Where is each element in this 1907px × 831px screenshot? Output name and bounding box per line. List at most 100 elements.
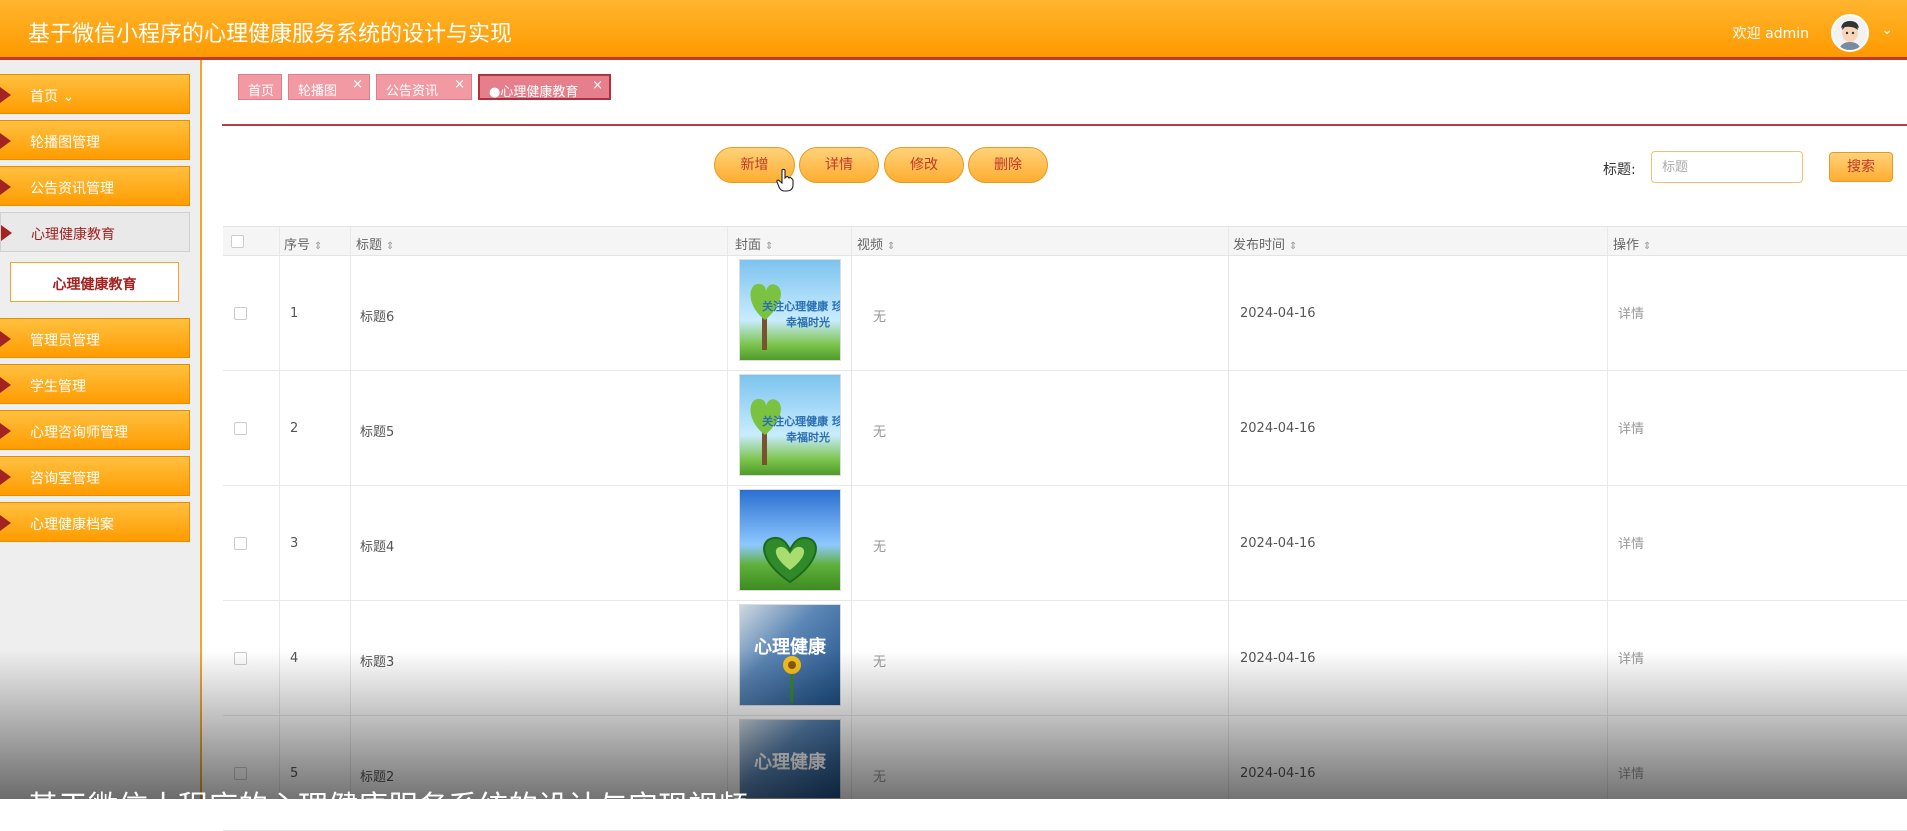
sort-icon: ⇕ [314, 241, 323, 252]
sort-icon: ⇕ [1643, 241, 1652, 252]
tab-carousel[interactable]: 轮播图 × [288, 74, 370, 100]
sort-icon: ⇕ [386, 241, 395, 252]
column-header-action[interactable]: 操作 ⇕ [1613, 234, 1651, 253]
sidebar-item-admins[interactable]: 管理员管理 [0, 318, 190, 358]
table-row: 1 标题6 关注心理健康 珍惜幸福时光 无 2024-04-16 详情 [223, 256, 1907, 371]
search-input[interactable] [1651, 151, 1803, 183]
cover-image: 关注心理健康 珍惜幸福时光 [739, 259, 841, 361]
cover-caption: 关注心理健康 珍惜幸福时光 [762, 300, 840, 329]
row-detail-link[interactable]: 详情 [1618, 533, 1644, 552]
app-title: 基于微信小程序的心理健康服务系统的设计与实现 [28, 22, 513, 47]
cell-date: 2024-04-16 [1240, 766, 1316, 781]
row-checkbox[interactable] [234, 652, 247, 665]
detail-button[interactable]: 详情 [799, 147, 879, 183]
table-row: 4 标题3 心理健康 无 2024-04-16 详情 [223, 601, 1907, 716]
sidebar-item-label: 心理健康档案 [30, 517, 114, 533]
row-checkbox[interactable] [234, 767, 247, 780]
top-header: 基于微信小程序的心理健康服务系统的设计与实现 欢迎 admin ⌄ [0, 0, 1907, 60]
tab-mental-education[interactable]: ●心理健康教育 × [478, 74, 611, 100]
row-checkbox[interactable] [234, 422, 247, 435]
tab-home[interactable]: 首页 [238, 74, 282, 100]
cell-date: 2024-04-16 [1240, 651, 1316, 666]
close-icon[interactable]: × [454, 77, 465, 92]
cover-image [739, 489, 841, 591]
cell-date: 2024-04-16 [1240, 536, 1316, 551]
triangle-icon [1, 225, 12, 241]
sidebar-item-records[interactable]: 心理健康档案 [0, 502, 190, 542]
row-checkbox[interactable] [234, 537, 247, 550]
cell-video: 无 [873, 425, 887, 440]
table-row: 3 标题4 无 2024-04-16 详情 [223, 486, 1907, 601]
tab-label: ●心理健康教育 [489, 85, 579, 100]
sidebar-item-mental-education[interactable]: 心理健康教育 [0, 212, 190, 252]
sidebar-item-label: 学生管理 [30, 379, 86, 395]
table-row: 2 标题5 关注心理健康 珍惜幸福时光 无 2024-04-16 详情 [223, 371, 1907, 486]
video-subtitle: 基于微信小程序的心理健康服务系统的设计与实现视频 [28, 790, 748, 825]
user-avatar-icon [1833, 16, 1867, 50]
cell-video: 无 [873, 770, 887, 785]
sidebar-item-rooms[interactable]: 咨询室管理 [0, 456, 190, 496]
cell-no: 3 [290, 536, 299, 551]
cell-no: 1 [290, 306, 299, 321]
row-detail-link[interactable]: 详情 [1618, 303, 1644, 322]
submenu-item-mental-education[interactable]: 心理健康教育 [10, 262, 179, 302]
sidebar-item-label: 咨询室管理 [30, 471, 100, 487]
triangle-icon [0, 423, 11, 439]
submenu-item-label: 心理健康教育 [52, 277, 137, 293]
sort-icon: ⇕ [1289, 241, 1298, 252]
cell-video: 无 [873, 540, 887, 555]
sidebar-item-carousel[interactable]: 轮播图管理 [0, 120, 190, 160]
sidebar-item-label: 心理咨询师管理 [30, 425, 128, 441]
column-header-title[interactable]: 标题 ⇕ [356, 234, 394, 253]
cell-title: 标题5 [360, 425, 395, 440]
triangle-icon [0, 179, 11, 195]
sidebar-item-news[interactable]: 公告资讯管理 [0, 166, 190, 206]
avatar[interactable] [1831, 14, 1869, 52]
close-icon[interactable]: × [352, 77, 363, 92]
column-header-no[interactable]: 序号 ⇕ [284, 234, 322, 253]
tab-label: 轮播图 [298, 84, 338, 99]
tab-label: 首页 [248, 84, 275, 99]
row-checkbox[interactable] [234, 307, 247, 320]
sidebar-item-label: 轮播图管理 [30, 135, 100, 151]
row-detail-link[interactable]: 详情 [1618, 418, 1644, 437]
row-detail-link[interactable]: 详情 [1618, 648, 1644, 667]
cover-image: 心理健康 [739, 719, 841, 799]
welcome-text: 欢迎 admin [1732, 26, 1809, 42]
row-detail-link[interactable]: 详情 [1618, 763, 1644, 782]
triangle-icon [0, 331, 11, 347]
sidebar-item-label: 心理健康教育 [31, 227, 115, 243]
search-label: 标题: [1603, 162, 1636, 178]
triangle-icon [0, 377, 11, 393]
triangle-icon [0, 469, 11, 485]
cell-title: 标题6 [360, 310, 395, 325]
tab-divider [222, 124, 1907, 126]
heart-hedge-icon [763, 536, 817, 584]
cell-title: 标题3 [360, 655, 395, 670]
delete-button[interactable]: 删除 [968, 147, 1048, 183]
cover-image: 心理健康 [739, 604, 841, 706]
sidebar-item-label: 首页 ⌄ [30, 89, 75, 105]
tab-news[interactable]: 公告资讯 × [376, 74, 472, 100]
sidebar-item-counselors[interactable]: 心理咨询师管理 [0, 410, 190, 450]
edit-button[interactable]: 修改 [884, 147, 964, 183]
cover-caption: 心理健康 [754, 752, 826, 773]
cell-no: 4 [290, 651, 299, 666]
table-header: 序号 ⇕ 标题 ⇕ 封面 ⇕ 视频 ⇕ 发布时间 ⇕ 操作 ⇕ [223, 226, 1907, 256]
column-header-date[interactable]: 发布时间 ⇕ [1233, 234, 1297, 253]
cell-date: 2024-04-16 [1240, 421, 1316, 436]
select-all-checkbox[interactable] [231, 235, 244, 248]
cell-no: 5 [290, 766, 299, 781]
cover-image: 关注心理健康 珍惜幸福时光 [739, 374, 841, 476]
sidebar-item-home[interactable]: 首页 ⌄ [0, 74, 190, 114]
sidebar: 首页 ⌄ 轮播图管理 公告资讯管理 心理健康教育 心理健康教育 管理员管理 学生… [0, 60, 202, 799]
close-icon[interactable]: × [592, 78, 603, 93]
search-button[interactable]: 搜索 [1829, 152, 1893, 182]
user-menu-chevron-icon[interactable]: ⌄ [1881, 22, 1893, 38]
sidebar-item-label: 管理员管理 [30, 333, 100, 349]
sidebar-item-label: 公告资讯管理 [30, 181, 114, 197]
column-header-video[interactable]: 视频 ⇕ [857, 234, 895, 253]
triangle-icon [0, 87, 11, 103]
column-header-cover[interactable]: 封面 ⇕ [735, 234, 773, 253]
sidebar-item-students[interactable]: 学生管理 [0, 364, 190, 404]
